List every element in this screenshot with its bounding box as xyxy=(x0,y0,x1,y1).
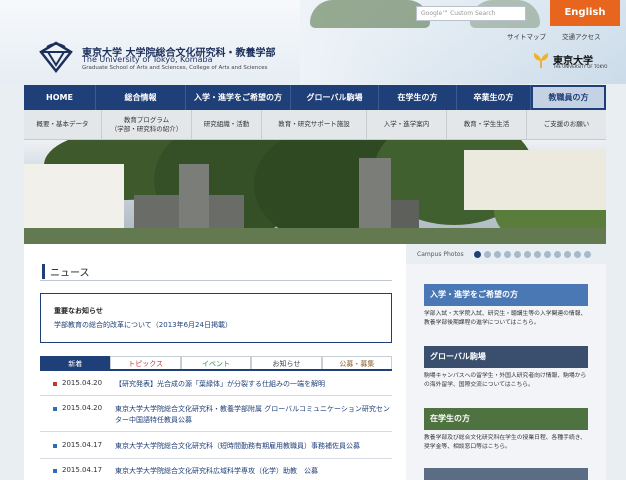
subnav-label-sub: （学部・研究科の紹介） xyxy=(110,124,183,133)
site-subtitle-en: Graduate School of Arts and Sciences, Co… xyxy=(82,65,268,71)
campus-hero-image xyxy=(24,140,606,244)
slideshow-dot[interactable] xyxy=(574,251,581,258)
nav-prospective[interactable]: 入学・進学をご希望の方 xyxy=(186,85,291,110)
notice-heading: 重要なお知らせ xyxy=(54,307,103,315)
faculty-logo-icon[interactable] xyxy=(38,40,74,74)
news-list-item[interactable]: 2015.04.17 東京大学大学院総合文化研究科広域科学専攻（化学）助教 公募 xyxy=(40,463,392,480)
secondary-nav: 概要・基本データ 教育プログラム （学部・研究科の紹介） 研究組織・活動 教育・… xyxy=(24,110,606,140)
news-title-link[interactable]: 東京大学大学院総合文化研究科・教養学部附属 グローバルコミュニケーション研究セン… xyxy=(115,404,390,426)
sidebar-card-prospective[interactable]: 入学・進学をご希望の方 学部入試・大学院入試、研究生・聴講生等の入学関連の情報、… xyxy=(424,284,588,328)
sidebar-banner[interactable]: 在学生の方 xyxy=(424,408,588,430)
slideshow-dot[interactable] xyxy=(564,251,571,258)
news-list-item[interactable]: 2015.04.20 【研究発表】光合成の源「葉緑体」が分裂する仕組みの一端を解… xyxy=(40,377,392,396)
subnav-education-program[interactable]: 教育プログラム （学部・研究科の紹介） xyxy=(102,110,192,139)
utokyo-ginkgo-icon[interactable] xyxy=(532,51,550,69)
tab-topics[interactable]: トピックス xyxy=(110,356,181,369)
slideshow-dots xyxy=(474,251,591,258)
news-title-link[interactable]: 東京大学大学院総合文化研究科（短時間勤務有期雇用教職員）事務補佐員公募 xyxy=(115,441,390,452)
news-date: 2015.04.17 xyxy=(62,441,103,449)
sitemap-link[interactable]: サイトマップ xyxy=(507,31,546,41)
slideshow-dot[interactable] xyxy=(494,251,501,258)
slideshow-dot[interactable] xyxy=(504,251,511,258)
nav-current-students[interactable]: 在学生の方 xyxy=(379,85,457,110)
slideshow-dot[interactable] xyxy=(484,251,491,258)
slideshow-dot[interactable] xyxy=(524,251,531,258)
sidebar-banner[interactable]: グローバル駒場 xyxy=(424,346,588,368)
subnav-label: 教育・研究サポート施設 xyxy=(278,120,350,128)
tab-announcements[interactable]: お知らせ xyxy=(251,356,322,369)
sidebar-card-global[interactable]: グローバル駒場 駒場キャンパスへの留学生・外国人研究者向け情報、駒場からの海外留… xyxy=(424,346,588,390)
notice-link[interactable]: 学部教育の総合的改革について（2013年6月24日掲載） xyxy=(54,320,378,330)
utokyo-logo-subtext: THE UNIVERSITY OF TOKYO xyxy=(553,64,608,69)
subnav-label: 教育・学生生活 xyxy=(463,120,510,128)
news-bullet-icon xyxy=(53,444,57,448)
subnav-label: 概要・基本データ xyxy=(36,120,89,128)
news-date: 2015.04.20 xyxy=(62,404,103,412)
important-notice-box: 重要なお知らせ 学部教育の総合的改革について（2013年6月24日掲載） xyxy=(40,293,392,343)
sidebar-description: 教養学部及び総合文化研究科在学生の授業日程、各種手続き、奨学金等、相談窓口等はこ… xyxy=(424,435,586,450)
nav-home[interactable]: HOME xyxy=(24,85,96,110)
nav-general-info[interactable]: 総合情報 xyxy=(96,85,186,110)
tab-events[interactable]: イベント xyxy=(180,356,252,369)
news-title-link[interactable]: 東京大学大学院総合文化研究科広域科学専攻（化学）助教 公募 xyxy=(115,466,390,477)
tab-recruitment[interactable]: 公募・募集 xyxy=(321,356,393,369)
subnav-label: ご支援のお願い xyxy=(543,120,590,128)
subnav-student-life[interactable]: 教育・学生生活 xyxy=(447,110,527,139)
tab-latest[interactable]: 新着 xyxy=(40,356,111,369)
sidebar-description: 学部入試・大学院入試、研究生・聴講生等の入学関連の情報、教養学部後期課程の進学に… xyxy=(424,311,587,326)
news-bullet-icon xyxy=(53,382,57,386)
search-input[interactable]: Google™ Custom Search xyxy=(416,6,526,21)
slideshow-dot[interactable] xyxy=(554,251,561,258)
news-bullet-icon xyxy=(53,469,57,473)
access-link[interactable]: 交通アクセス xyxy=(562,31,601,41)
news-list-item[interactable]: 2015.04.17 東京大学大学院総合文化研究科（短時間勤務有期雇用教職員）事… xyxy=(40,437,392,459)
subnav-overview[interactable]: 概要・基本データ xyxy=(24,110,102,139)
news-section-title: ニュース xyxy=(42,264,90,279)
subnav-research[interactable]: 研究組織・活動 xyxy=(192,110,262,139)
news-title-link[interactable]: 【研究発表】光合成の源「葉緑体」が分裂する仕組みの一端を解明 xyxy=(115,379,390,390)
sidebar-card-students[interactable]: 在学生の方 教養学部及び総合文化研究科在学生の授業日程、各種手続き、奨学金等、相… xyxy=(424,408,588,452)
site-title-en[interactable]: The University of Tokyo, Komaba xyxy=(82,55,212,64)
sidebar-card-next[interactable] xyxy=(424,468,588,480)
news-bullet-icon xyxy=(53,407,57,411)
slideshow-dot[interactable] xyxy=(514,251,521,258)
site-header: 東京大学 大学院総合文化研究科・教養学部 The University of T… xyxy=(0,0,626,84)
sidebar-description: 駒場キャンパスへの留学生・外国人研究者向け情報、駒場からの海外留学、国際交流につ… xyxy=(424,373,587,388)
campus-building xyxy=(464,150,606,210)
news-list-item[interactable]: 2015.04.20 東京大学大学院総合文化研究科・教養学部附属 グローバルコミ… xyxy=(40,400,392,432)
news-divider xyxy=(40,280,392,281)
news-date: 2015.04.20 xyxy=(62,379,103,387)
ground-shrubs xyxy=(24,228,606,244)
slideshow-dot[interactable] xyxy=(544,251,551,258)
sidebar-banner[interactable]: 入学・進学をご希望の方 xyxy=(424,284,588,306)
nav-faculty-staff[interactable]: 教職員の方 xyxy=(531,85,606,110)
nav-global-komaba[interactable]: グローバル駒場 xyxy=(291,85,379,110)
subnav-support-facilities[interactable]: 教育・研究サポート施設 xyxy=(262,110,367,139)
header-tree-silhouette xyxy=(310,0,430,28)
campus-photos-label: Campus Photos xyxy=(417,251,464,258)
slideshow-dot[interactable] xyxy=(584,251,591,258)
subnav-label: 研究組織・活動 xyxy=(203,120,250,128)
news-tabs: 新着 トピックス イベント お知らせ 公募・募集 xyxy=(40,356,393,371)
slideshow-dot[interactable] xyxy=(474,251,481,258)
subnav-donation[interactable]: ご支援のお願い xyxy=(527,110,606,139)
news-date: 2015.04.17 xyxy=(62,466,103,474)
nav-alumni[interactable]: 卒業生の方 xyxy=(457,85,531,110)
subnav-admissions[interactable]: 入学・進学案内 xyxy=(367,110,447,139)
subnav-label: 教育プログラム xyxy=(123,115,170,124)
slideshow-dot[interactable] xyxy=(534,251,541,258)
subnav-label: 入学・進学案内 xyxy=(383,120,430,128)
english-button[interactable]: English xyxy=(550,0,620,26)
primary-nav: HOME 総合情報 入学・進学をご希望の方 グローバル駒場 在学生の方 卒業生の… xyxy=(24,85,606,110)
